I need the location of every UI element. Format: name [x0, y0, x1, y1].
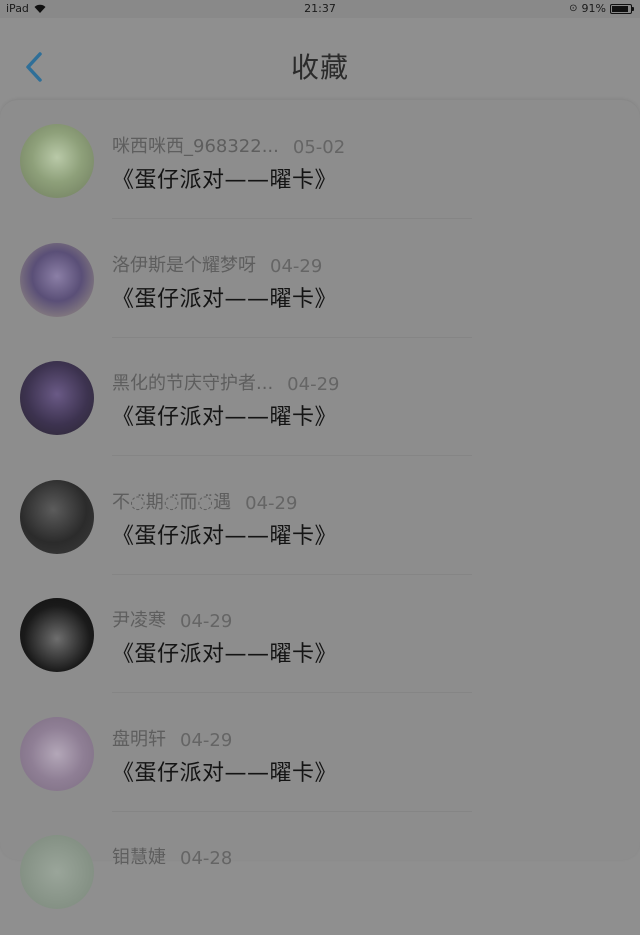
item-meta: 咪西咪西_968322... 05-02 — [112, 132, 345, 158]
post-date: 04-28 — [180, 848, 233, 869]
author-name: 盘明轩 — [112, 728, 166, 750]
avatar — [20, 598, 94, 672]
post-date: 04-29 — [270, 255, 323, 277]
post-title: 《蛋仔派对——曜卡》 — [112, 168, 338, 193]
post-date: 04-29 — [287, 374, 340, 395]
avatar — [20, 716, 94, 791]
post-title: 《蛋仔派对——曜卡》 — [112, 523, 338, 549]
battery-percentage: 91% — [581, 2, 606, 15]
navigation-bar: 收藏 — [0, 18, 640, 110]
avatar — [20, 835, 94, 909]
status-bar: iPad 21:37 ⊙ 91% — [0, 0, 640, 18]
favorites-list-card: 咪西咪西_968322... 05-02 《蛋仔派对——曜卡》 洛伊斯是个耀梦呀 04-… — [0, 100, 640, 909]
list-item[interactable]: 盘明轩 04-29 《蛋仔派对——曜卡》 — [0, 699, 640, 817]
item-meta: 盘明轩 04-29 — [112, 725, 232, 751]
post-title: 《蛋仔派对——曜卡》 — [112, 286, 338, 312]
author-name: 咪西咪西_968322... — [112, 136, 279, 157]
item-meta: 不◌̈期◌̈而◌̈遇 04-29 — [112, 488, 297, 514]
author-name: 钼慧婕 — [112, 847, 166, 868]
page-title: 收藏 — [290, 51, 349, 84]
list-item[interactable]: 咪西咪西_968322... 05-02 《蛋仔派对——曜卡》 — [0, 106, 640, 224]
battery-icon — [610, 3, 634, 14]
post-title: 《蛋仔派对——曜卡》 — [112, 760, 338, 786]
author-name: 洛伊斯是个耀梦呀 — [112, 254, 256, 276]
post-date: 04-29 — [245, 492, 298, 514]
post-date: 05-02 — [292, 137, 346, 158]
avatar — [20, 361, 94, 435]
author-name: 尹凌寒 — [112, 610, 166, 631]
row-divider — [112, 218, 472, 219]
item-meta: 洛伊斯是个耀梦呀 04-29 — [112, 251, 322, 277]
list-item[interactable]: 钼慧婕 04-28 — [0, 817, 640, 935]
list-item[interactable]: 洛伊斯是个耀梦呀 04-29 《蛋仔派对——曜卡》 — [0, 225, 640, 343]
row-divider — [112, 810, 472, 812]
item-meta: 黑化的节庆守护者... 04-29 — [112, 369, 339, 395]
item-meta: 钼慧婕 04-28 — [112, 843, 232, 869]
post-date: 04-29 — [180, 611, 233, 632]
row-divider — [112, 455, 472, 456]
item-meta: 尹凌寒 04-29 — [112, 606, 232, 632]
list-item[interactable]: 尹凌寒 04-29 《蛋仔派对——曜卡》 — [0, 580, 640, 698]
row-divider — [112, 336, 472, 338]
post-date: 04-29 — [180, 729, 233, 751]
author-name: 不◌̈期◌̈而◌̈遇 — [112, 491, 232, 513]
battery-level — [612, 5, 629, 12]
post-title: 《蛋仔派对——曜卡》 — [112, 405, 338, 430]
list-item[interactable]: 不◌̈期◌̈而◌̈遇 04-29 《蛋仔派对——曜卡》 — [0, 462, 640, 580]
row-divider — [112, 692, 472, 693]
rotation-lock-icon: ⊙ — [569, 3, 578, 14]
avatar — [20, 124, 94, 198]
post-title: 《蛋仔派对——曜卡》 — [112, 642, 338, 667]
list-item[interactable]: 黑化的节庆守护者... 04-29 《蛋仔派对——曜卡》 — [0, 343, 640, 461]
avatar — [20, 479, 94, 554]
avatar — [20, 242, 94, 317]
row-divider — [112, 573, 472, 575]
author-name: 黑化的节庆守护者... — [112, 373, 274, 394]
clock: 21:37 — [304, 2, 336, 15]
